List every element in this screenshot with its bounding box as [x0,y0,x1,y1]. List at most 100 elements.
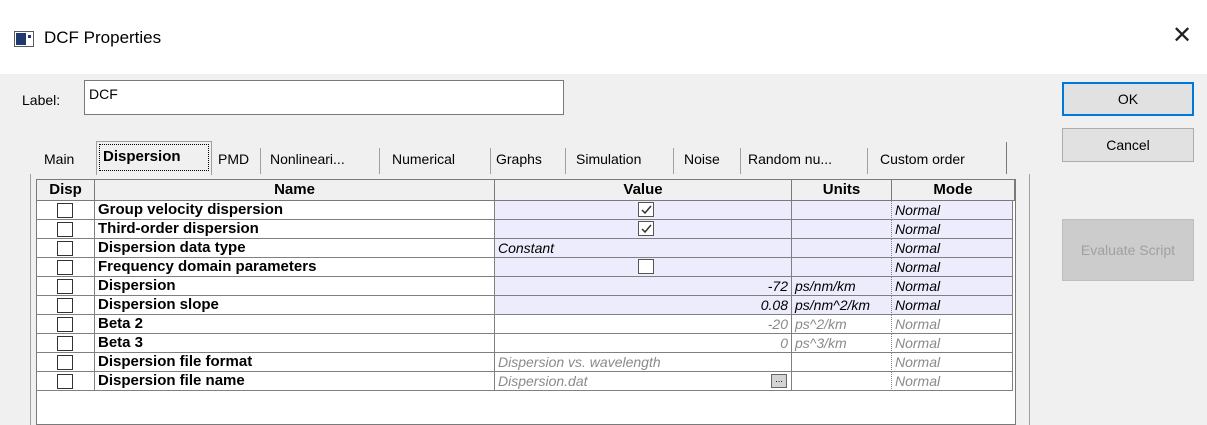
tab-noise[interactable]: Noise [684,148,741,174]
value-text: -72 [767,278,788,294]
disp-cell [37,334,95,353]
parameter-units[interactable]: ps/nm^2/km [792,296,892,315]
disp-checkbox[interactable] [57,374,73,389]
parameter-value[interactable]: -72 [495,277,792,296]
value-checkbox[interactable] [638,221,654,236]
parameter-mode[interactable]: Normal [892,334,1013,353]
parameter-units[interactable] [792,220,892,239]
table-row: Beta 3 0 ps^3/km Normal [37,334,1015,353]
parameter-name: Dispersion data type [95,239,495,258]
parameter-value[interactable] [495,201,792,220]
tab-graphs[interactable]: Graphs [496,148,566,174]
parameter-mode[interactable]: Normal [892,296,1013,315]
tab-custom-order[interactable]: Custom order [880,148,1000,174]
parameter-value[interactable]: Dispersion.dat... [495,372,792,391]
table-row: Dispersion file name Dispersion.dat... Nor… [37,372,1015,391]
header-units[interactable]: Units [792,180,892,201]
tab-random-numbers[interactable]: Random nu... [748,148,868,174]
header-disp[interactable]: Disp [37,180,95,201]
disp-checkbox[interactable] [57,355,73,370]
tab-nonlinearities[interactable]: Nonlineari... [270,148,380,174]
value-text: Dispersion vs. wavelength [498,354,661,370]
label-caption: Label: [22,92,61,108]
disp-cell [37,277,95,296]
disp-checkbox[interactable] [57,203,73,218]
parameter-units[interactable] [792,372,892,391]
parameter-name: Frequency domain parameters [95,258,495,277]
disp-checkbox[interactable] [57,260,73,275]
disp-checkbox[interactable] [57,241,73,256]
parameter-value[interactable]: -20 [495,315,792,334]
disp-cell [37,315,95,334]
tab-pmd[interactable]: PMD [218,148,261,174]
header-name[interactable]: Name [95,180,495,201]
value-text: Constant [498,240,555,256]
parameter-units[interactable]: ps/nm/km [792,277,892,296]
app-window-icon [14,31,34,47]
value-checkbox[interactable] [638,259,654,274]
disp-cell [37,220,95,239]
parameter-value[interactable]: Constant [495,239,792,258]
table-row: Dispersion data type Constant Normal [37,239,1015,258]
parameter-value[interactable]: 0 [495,334,792,353]
header-value[interactable]: Value [495,180,792,201]
parameters-table: Disp Name Value Units Mode Group velocit… [36,179,1016,425]
parameter-value[interactable] [495,220,792,239]
value-checkbox[interactable] [638,202,654,217]
label-input[interactable]: DCF [84,80,564,115]
header-mode[interactable]: Mode [892,180,1015,201]
table-row: Dispersion -72 ps/nm/km Normal [37,277,1015,296]
close-button[interactable]: ✕ [1160,20,1204,54]
parameter-mode[interactable]: Normal [892,315,1013,334]
parameter-mode[interactable]: Normal [892,277,1013,296]
parameter-value[interactable]: 0.08 [495,296,792,315]
disp-checkbox[interactable] [57,279,73,294]
parameter-units[interactable] [792,201,892,220]
table-row: Third-order dispersion Normal [37,220,1015,239]
parameter-value[interactable]: Dispersion vs. wavelength [495,353,792,372]
value-text: Dispersion.dat [498,373,588,389]
parameter-name: Third-order dispersion [95,220,495,239]
tab-strip-edge [1006,142,1007,174]
table-row: Frequency domain parameters Normal [37,258,1015,277]
title-bar: DCF Properties ✕ [0,0,1207,74]
parameter-mode[interactable]: Normal [892,239,1013,258]
disp-checkbox[interactable] [57,336,73,351]
parameter-name: Dispersion slope [95,296,495,315]
cancel-button[interactable]: Cancel [1062,128,1194,162]
table-row: Group velocity dispersion Normal [37,201,1015,220]
parameter-mode[interactable]: Normal [892,201,1013,220]
parameter-units[interactable] [792,258,892,277]
parameter-mode[interactable]: Normal [892,353,1013,372]
table-row: Dispersion file format Dispersion vs. wav… [37,353,1015,372]
disp-checkbox[interactable] [57,317,73,332]
tab-simulation[interactable]: Simulation [576,148,674,174]
ok-button[interactable]: OK [1062,82,1194,116]
table-row: Beta 2 -20 ps^2/km Normal [37,315,1015,334]
value-text: 0 [780,335,788,351]
parameter-value[interactable] [495,258,792,277]
evaluate-script-button[interactable]: Evaluate Script [1062,219,1194,281]
parameter-units[interactable]: ps^2/km [792,315,892,334]
disp-cell [37,239,95,258]
tab-numerical[interactable]: Numerical [392,148,491,174]
parameter-mode[interactable]: Normal [892,372,1013,391]
parameter-units[interactable] [792,239,892,258]
parameter-name: Dispersion file name [95,372,495,391]
disp-cell [37,372,95,391]
parameter-mode[interactable]: Normal [892,220,1013,239]
disp-checkbox[interactable] [57,298,73,313]
tab-main[interactable]: Main [44,148,96,174]
value-text: 0.08 [760,297,788,313]
disp-cell [37,258,95,277]
parameter-mode[interactable]: Normal [892,258,1013,277]
parameter-name: Dispersion file format [95,353,495,372]
parameter-units[interactable]: ps^3/km [792,334,892,353]
disp-checkbox[interactable] [57,222,73,237]
tab-dispersion[interactable]: Dispersion [96,141,212,175]
parameter-name: Group velocity dispersion [95,201,495,220]
parameter-units[interactable] [792,353,892,372]
browse-button[interactable]: ... [771,374,787,388]
parameter-name: Dispersion [95,277,495,296]
window-title: DCF Properties [44,28,162,47]
